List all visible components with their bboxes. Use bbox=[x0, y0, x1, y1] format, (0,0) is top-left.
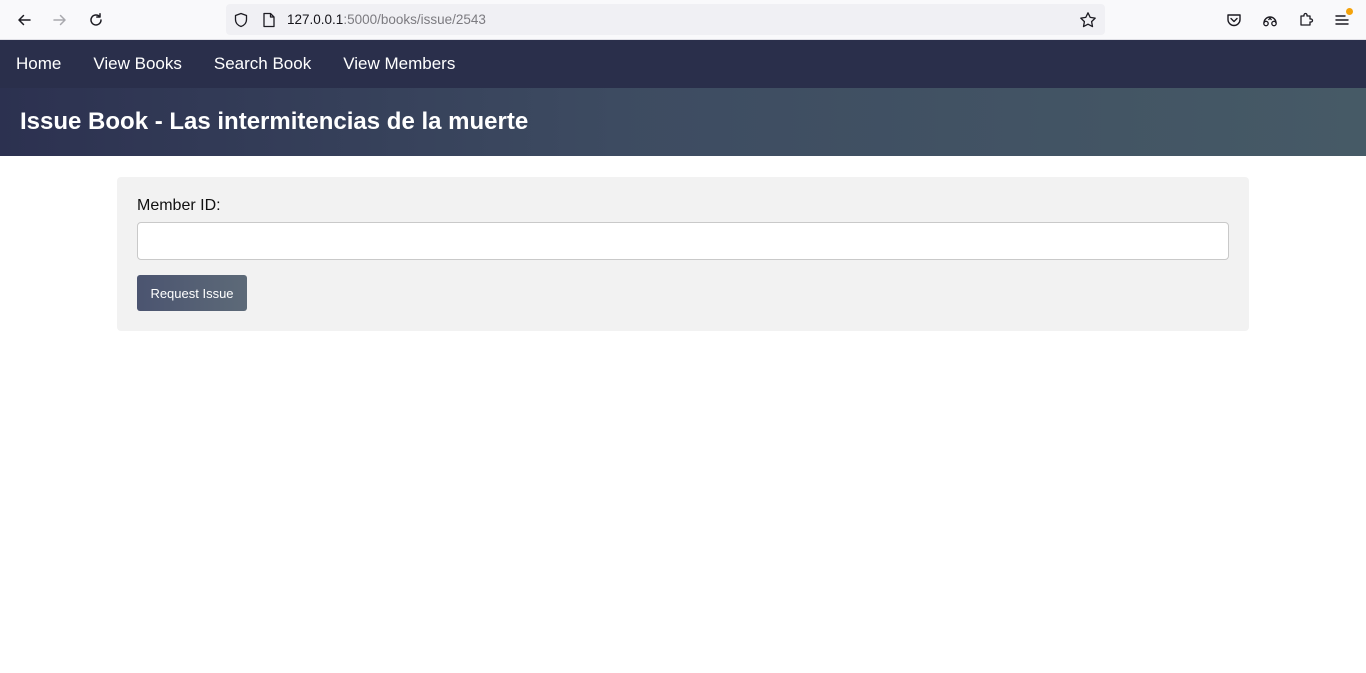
nav-link-view-members[interactable]: View Members bbox=[343, 54, 455, 74]
request-issue-button[interactable]: Request Issue bbox=[137, 275, 247, 311]
firefox-account-button[interactable] bbox=[1256, 6, 1284, 34]
pocket-button[interactable] bbox=[1220, 6, 1248, 34]
tracking-protection-shield-icon[interactable] bbox=[232, 11, 250, 29]
bookmark-star-icon[interactable] bbox=[1079, 11, 1097, 29]
back-button[interactable] bbox=[10, 6, 38, 34]
url-bar[interactable]: 127.0.0.1:5000/books/issue/2543 bbox=[226, 4, 1105, 35]
url-path: :5000/books/issue/2543 bbox=[343, 12, 486, 27]
page-info-icon[interactable] bbox=[260, 11, 278, 29]
main-navbar: Home View Books Search Book View Members bbox=[0, 40, 1366, 88]
reload-icon bbox=[88, 12, 104, 28]
url-text[interactable]: 127.0.0.1:5000/books/issue/2543 bbox=[287, 12, 486, 27]
member-id-label: Member ID: bbox=[137, 197, 221, 214]
nav-link-view-books[interactable]: View Books bbox=[93, 54, 182, 74]
issue-book-form: Member ID: Request Issue bbox=[117, 177, 1249, 331]
pocket-icon bbox=[1226, 12, 1242, 28]
firefox-account-icon bbox=[1261, 12, 1279, 28]
back-arrow-icon bbox=[16, 12, 32, 28]
forward-arrow-icon bbox=[52, 12, 68, 28]
extensions-button[interactable] bbox=[1292, 6, 1320, 34]
extensions-icon bbox=[1298, 12, 1314, 28]
browser-toolbar: 127.0.0.1:5000/books/issue/2543 bbox=[0, 0, 1366, 40]
update-notification-badge bbox=[1346, 8, 1353, 15]
member-id-input[interactable] bbox=[137, 222, 1229, 260]
nav-link-search-book[interactable]: Search Book bbox=[214, 54, 311, 74]
forward-button[interactable] bbox=[46, 6, 74, 34]
app-menu-button[interactable] bbox=[1328, 6, 1356, 34]
page-header: Issue Book - Las intermitencias de la mu… bbox=[0, 88, 1366, 156]
reload-button[interactable] bbox=[82, 6, 110, 34]
page-title: Issue Book - Las intermitencias de la mu… bbox=[20, 108, 529, 135]
nav-link-home[interactable]: Home bbox=[16, 54, 61, 74]
url-host: 127.0.0.1 bbox=[287, 12, 344, 27]
